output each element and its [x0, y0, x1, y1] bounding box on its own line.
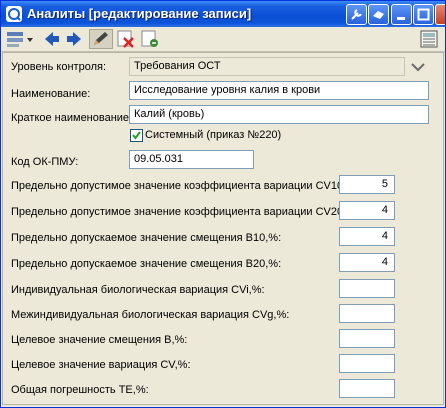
- options-dropdown-button[interactable]: [5, 29, 35, 49]
- toolbar: [1, 27, 445, 52]
- level-combobox[interactable]: Требования ОСТ: [129, 57, 405, 76]
- target-cv-field[interactable]: [339, 354, 395, 373]
- short-name-field[interactable]: Калий (кровь): [129, 105, 429, 124]
- cv10-field[interactable]: 5: [339, 175, 395, 194]
- b10-field[interactable]: 4: [339, 227, 395, 246]
- target-cv-label: Целевое значение вариация CV,%:: [11, 359, 191, 371]
- b20-label: Предельно допускаемое значение смещения …: [11, 258, 282, 270]
- title-bar[interactable]: Аналиты [редактирование записи]: [1, 1, 445, 27]
- window-title: Аналиты [редактирование записи]: [27, 6, 252, 21]
- help-button[interactable]: [368, 4, 389, 25]
- target-bias-label: Целевое значение смещения B,%:: [11, 334, 188, 346]
- maximize-button[interactable]: [413, 4, 434, 25]
- edit-pencil-button[interactable]: [89, 29, 113, 49]
- code-label: Код ОК-ПМУ:: [11, 156, 79, 168]
- app-icon: [6, 6, 22, 22]
- cvg-field[interactable]: [339, 304, 395, 323]
- cv10-label: Предельно допустимое значение коэффициен…: [11, 180, 360, 192]
- level-label: Уровень контроля:: [11, 61, 107, 73]
- cvi-field[interactable]: [339, 279, 395, 298]
- total-error-label: Общая погрешность TE,%:: [11, 384, 149, 396]
- chevron-down-icon[interactable]: [410, 60, 426, 79]
- cv20-label: Предельно допустимое значение коэффициен…: [11, 206, 360, 218]
- next-record-button[interactable]: [65, 29, 83, 49]
- code-field[interactable]: 09.05.031: [129, 150, 254, 169]
- editor-window: Аналиты [редактирование записи] Уровень …: [0, 0, 446, 408]
- name-field[interactable]: Исследование уровня калия в крови: [129, 81, 429, 100]
- name-label: Наименование:: [11, 88, 91, 100]
- total-error-field[interactable]: [339, 379, 395, 398]
- b20-field[interactable]: 4: [339, 253, 395, 272]
- b10-label: Предельно допускаемое значение смещения …: [11, 232, 282, 244]
- tools-button[interactable]: [346, 4, 367, 25]
- calculator-button[interactable]: [419, 29, 439, 49]
- minimize-button[interactable]: [391, 4, 412, 25]
- previous-record-button[interactable]: [43, 29, 61, 49]
- target-bias-field[interactable]: [339, 329, 395, 348]
- system-checkbox-label: Системный (приказ №220): [145, 129, 282, 141]
- system-checkbox[interactable]: [130, 129, 143, 142]
- delete-record-button[interactable]: [115, 29, 137, 49]
- close-button[interactable]: [435, 4, 445, 25]
- cancel-changes-button[interactable]: [139, 29, 161, 49]
- cv20-field[interactable]: 4: [339, 201, 395, 220]
- cvi-label: Индивидуальная биологическая вариация CV…: [11, 284, 265, 296]
- cvg-label: Межиндивидуальная биологическая вариация…: [11, 309, 290, 321]
- short-name-label: Краткое наименование:: [11, 112, 133, 124]
